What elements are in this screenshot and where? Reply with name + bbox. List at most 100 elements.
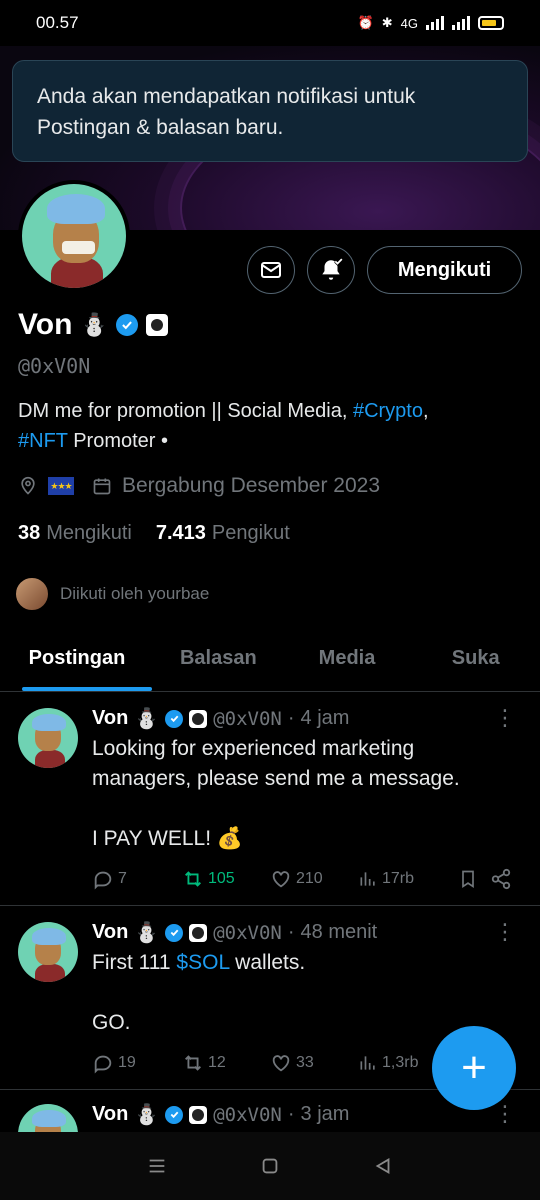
verified-badge-icon[interactable] [115,314,138,336]
hashtag-nft-link[interactable]: #NFT [18,430,68,452]
views-icon [360,1056,375,1070]
tab-postingan[interactable]: Postingan [0,630,154,691]
post-item[interactable]: Von ⛄ @0xV0N · 4 jam ⋮ Looking for exper… [0,692,540,906]
bio-text: , [422,400,429,422]
notification-toast: Anda akan mendapatkan notifikasi untuk P… [12,60,528,162]
repost-button[interactable]: 12 [182,1052,270,1074]
post-actions: 7 105 210 17rb [92,868,522,890]
followers-count-link[interactable]: 7.413 Pengikut [156,522,290,545]
like-count: 33 [296,1054,314,1071]
affiliate-badge-icon [189,1105,208,1124]
reply-button[interactable]: 19 [92,1052,182,1074]
tab-balasan[interactable]: Balasan [154,630,283,691]
share-icon [491,868,511,890]
reply-button[interactable]: 7 [92,868,182,890]
more-options-icon[interactable]: ⋮ [494,1103,516,1125]
post-timestamp: 48 menit [300,921,378,943]
menu-icon[interactable] [146,1155,168,1177]
snowman-emoji: ⛄ [80,312,108,337]
snowman-emoji: ⛄ [134,1104,160,1126]
share-button[interactable] [490,868,512,890]
post-avatar[interactable] [18,922,78,982]
bookmark-button[interactable] [458,868,490,890]
battery-icon [478,16,504,30]
snowman-emoji: ⛄ [134,922,160,944]
post-timestamp: 3 jam [300,1103,350,1125]
calendar-icon [93,478,111,495]
post-separator: · [287,1103,295,1125]
verified-badge-icon [165,709,184,728]
network-label: 4G [400,15,418,31]
compose-post-button[interactable]: + [432,1026,516,1110]
reply-icon [94,871,112,890]
post-text: First 111 $SOL wallets. GO. [92,948,512,1038]
tab-suka[interactable]: Suka [411,630,540,691]
post-author-name[interactable]: Von [92,921,128,944]
repost-button[interactable]: 105 [182,868,270,890]
followed-by[interactable]: Diikuti oleh yourbae [14,576,209,612]
profile-avatar[interactable] [18,180,130,292]
clock: 00.57 [36,13,79,32]
views-button[interactable]: 17rb [358,869,458,889]
like-count: 210 [296,870,323,887]
profile-meta: ★★★ Bergabung Desember 2023 [18,474,380,498]
followed-by-text: Diikuti oleh yourbae [60,584,210,603]
bluetooth-icon: ✱ [381,15,393,30]
following-count: 38 [18,522,41,544]
repost-icon [185,871,201,887]
bell-check-icon [322,258,343,280]
location-pin-icon [21,476,35,495]
repost-count: 105 [208,870,235,887]
post-separator: · [287,921,295,943]
alarm-icon: ⏰ [357,15,374,30]
bio-text: Promoter • [67,430,169,452]
post-author-name[interactable]: Von [92,707,128,730]
more-options-icon[interactable]: ⋮ [494,707,516,729]
following-count-link[interactable]: 38 Mengikuti [18,522,132,545]
avatar-image [22,184,126,288]
tab-media[interactable]: Media [283,630,412,691]
verified-badge-icon [165,923,184,942]
following-label: Mengikuti [46,522,132,544]
home-square-icon[interactable] [259,1155,281,1177]
status-icons: ⏰ ✱ 4G [358,15,504,31]
back-triangle-icon[interactable] [372,1155,394,1177]
post-avatar[interactable] [18,1104,78,1132]
following-button[interactable]: Mengikuti [367,246,522,294]
follow-counts: 38 Mengikuti 7.413 Pengikut [18,522,290,545]
affiliate-badge-icon [189,923,208,942]
post-author-handle: @0xV0N [213,1103,282,1126]
post-header: Von ⛄ @0xV0N · 48 menit [92,920,377,945]
view-count: 1,3rb [382,1054,419,1071]
post-author-name[interactable]: Von [92,1103,128,1126]
view-count: 17rb [382,870,415,887]
join-date: Bergabung Desember 2023 [122,474,381,497]
verified-badge-icon [165,1105,184,1124]
eu-flag-icon: ★★★ [48,477,74,495]
profile-handle: @0xV0N [18,354,91,378]
bio-text: DM me for promotion || Social Media, [18,400,353,422]
bookmark-icon [462,870,474,889]
envelope-icon [261,262,281,278]
post-text-part: First 111 [92,951,177,974]
post-header: Von ⛄ @0xV0N · 4 jam [92,706,349,731]
like-button[interactable]: 33 [270,1052,358,1074]
repost-count: 12 [208,1054,226,1071]
like-button[interactable]: 210 [270,868,358,890]
profile-name: Von [18,308,73,341]
hashtag-crypto-link[interactable]: #Crypto [353,400,423,422]
status-bar: 00.57 ⏰ ✱ 4G [0,0,540,46]
post-avatar[interactable] [18,708,78,768]
post-timestamp: 4 jam [300,707,350,729]
affiliate-badge-icon[interactable] [145,314,168,336]
affiliate-badge-icon [189,709,208,728]
more-options-icon[interactable]: ⋮ [494,921,516,943]
post-author-handle: @0xV0N [213,921,282,944]
notifications-button[interactable] [307,246,355,294]
post-author-handle: @0xV0N [213,707,282,730]
repost-icon [185,1055,201,1071]
reply-count: 7 [118,870,127,887]
views-icon [360,872,375,886]
message-button[interactable] [247,246,295,294]
cashtag-sol-link[interactable]: $SOL [176,951,229,974]
